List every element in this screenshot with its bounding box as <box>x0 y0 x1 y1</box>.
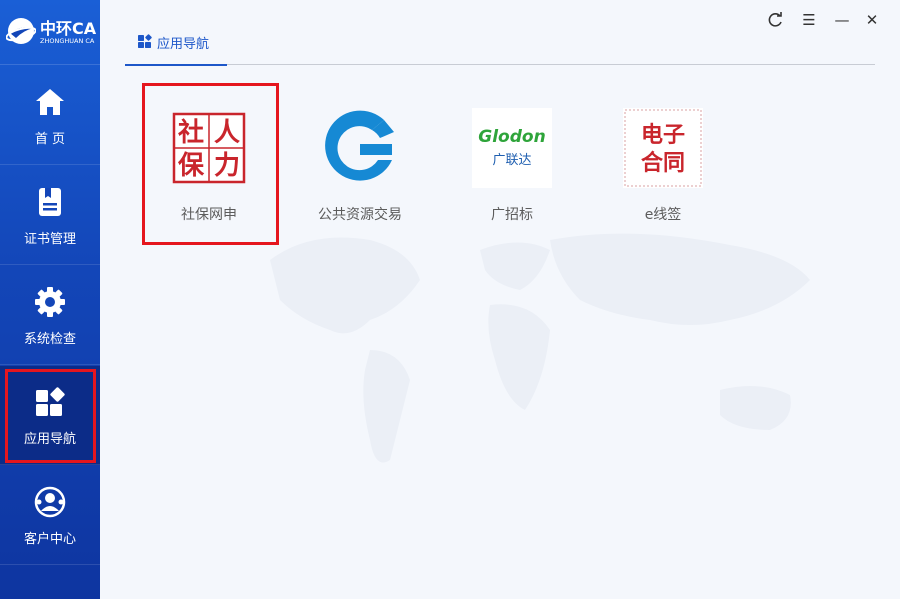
e-contract-logo-icon: 电子 合同 <box>623 108 703 188</box>
sidebar-item-label: 客户中心 <box>23 532 76 547</box>
brand-subtitle: ZHONGHUAN CA <box>40 37 95 45</box>
tab-label: 应用导航 <box>157 37 210 52</box>
svg-text:合同: 合同 <box>641 150 685 176</box>
app-e-xianqian[interactable]: 电子 合同 e线签 <box>623 108 703 224</box>
sidebar-item-system-check[interactable]: 系统检查 <box>0 266 100 365</box>
public-resource-logo-icon <box>325 110 394 181</box>
home-icon <box>36 89 64 115</box>
tab-bar-divider <box>125 64 875 65</box>
certificate-icon <box>39 188 61 216</box>
apps-icon <box>138 34 152 48</box>
tab-app-nav[interactable]: 应用导航 <box>125 32 227 66</box>
sidebar-item-customer-center[interactable]: 客户中心 <box>0 466 100 565</box>
sidebar-item-label: 应用导航 <box>23 432 76 447</box>
minimize-icon[interactable]: — <box>832 10 852 30</box>
app-name: 社保网申 <box>181 207 237 223</box>
apps-icon <box>36 387 65 416</box>
customer-service-icon <box>34 486 66 518</box>
app-guang-zhaobiao[interactable]: Glodon 广联达 广招标 <box>472 108 552 224</box>
brand-logo: 中环CA ZHONGHUAN CA <box>0 0 100 65</box>
gear-icon <box>35 287 65 317</box>
sidebar-item-app-nav[interactable]: 应用导航 <box>0 366 100 465</box>
app-name: 广招标 <box>491 207 533 223</box>
sidebar-item-certificate[interactable]: 证书管理 <box>0 166 100 265</box>
svg-text:人: 人 <box>214 118 240 148</box>
app-name: 公共资源交易 <box>318 207 402 223</box>
app-public-resource-trading[interactable]: 公共资源交易 <box>318 108 402 224</box>
sidebar-item-label: 证书管理 <box>23 232 76 247</box>
app-social-security[interactable]: 社 人 保 力 社保网申 <box>169 108 249 224</box>
refresh-icon[interactable] <box>765 10 785 30</box>
sidebar-item-label: 系统检查 <box>23 332 76 347</box>
svg-text:社: 社 <box>178 117 204 148</box>
svg-text:Glodon: Glodon <box>478 127 545 147</box>
svg-text:力: 力 <box>214 151 240 181</box>
svg-text:电子: 电子 <box>641 123 685 148</box>
brand-name: 中环CA <box>40 19 97 38</box>
social-security-logo-icon: 社 人 保 力 <box>172 112 246 184</box>
sidebar-item-label: 首 页 <box>34 132 66 147</box>
menu-icon[interactable]: ☰ <box>799 10 819 30</box>
world-map-background <box>270 233 810 463</box>
svg-text:广联达: 广联达 <box>492 153 531 168</box>
glodon-logo-icon: Glodon 广联达 <box>472 108 552 188</box>
sidebar: 中环CA ZHONGHUAN CA 首 页 证书管理 系统检查 应用导航 客户中… <box>0 0 100 599</box>
sidebar-item-home[interactable]: 首 页 <box>0 66 100 165</box>
close-icon[interactable]: ✕ <box>862 10 882 30</box>
main-content: ☰ — ✕ 应用导航 社 人 保 力 社保网申 公共资源交易 Glodon 广联… <box>100 0 900 599</box>
zhonghuan-logo-icon <box>6 18 36 44</box>
svg-text:保: 保 <box>177 151 205 181</box>
app-name: e线签 <box>644 207 682 223</box>
